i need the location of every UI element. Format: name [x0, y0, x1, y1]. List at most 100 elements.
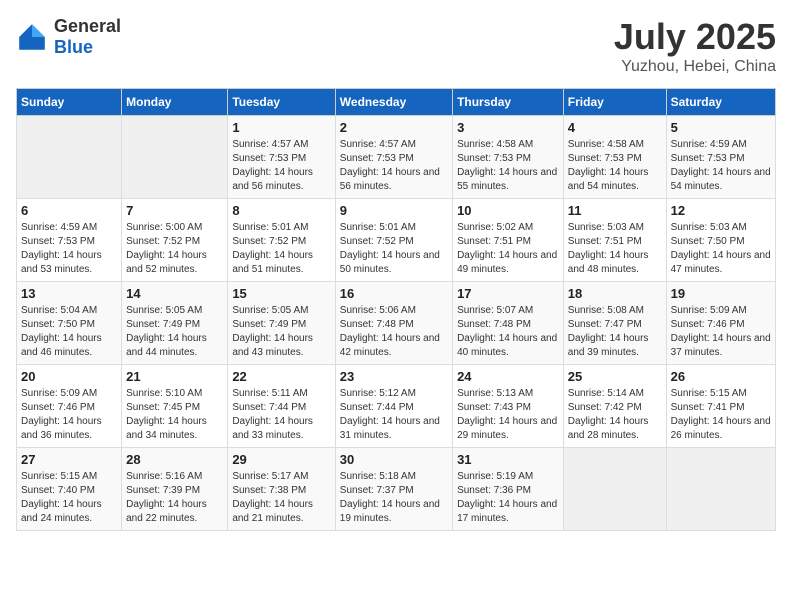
calendar-week-1: 1 Sunrise: 4:57 AMSunset: 7:53 PMDaylight… — [17, 116, 776, 199]
calendar-cell: 25 Sunrise: 5:14 AMSunset: 7:42 PMDayligh… — [563, 365, 666, 448]
calendar-week-5: 27 Sunrise: 5:15 AMSunset: 7:40 PMDayligh… — [17, 448, 776, 531]
day-number: 9 — [340, 203, 448, 218]
calendar-cell: 5 Sunrise: 4:59 AMSunset: 7:53 PMDaylight… — [666, 116, 775, 199]
calendar-cell: 6 Sunrise: 4:59 AMSunset: 7:53 PMDaylight… — [17, 199, 122, 282]
calendar-week-4: 20Sunrise: 5:09 AMSunset: 7:46 PMDayligh… — [17, 365, 776, 448]
day-number: 11 — [568, 203, 662, 218]
cell-info: Sunrise: 5:12 AMSunset: 7:44 PMDaylight:… — [340, 387, 448, 443]
calendar-cell: 31 Sunrise: 5:19 AMSunset: 7:36 PMDayligh… — [453, 448, 564, 531]
logo-blue: Blue — [54, 37, 93, 57]
cell-info: Sunrise: 5:08 AMSunset: 7:47 PMDaylight:… — [568, 304, 662, 360]
day-number: 24 — [457, 369, 559, 384]
day-number: 3 — [457, 120, 559, 135]
cell-info: Sunrise: 5:17 AMSunset: 7:38 PMDaylight:… — [232, 470, 330, 526]
cell-info: Sunrise: 4:59 AMSunset: 7:53 PMDaylight:… — [21, 221, 117, 277]
calendar-cell: 9 Sunrise: 5:01 AMSunset: 7:52 PMDaylight… — [335, 199, 452, 282]
day-number: 10 — [457, 203, 559, 218]
calendar-cell: 21 Sunrise: 5:10 AMSunset: 7:45 PMDayligh… — [122, 365, 228, 448]
title-area: July 2025 Yuzhou, Hebei, China — [614, 16, 776, 76]
calendar-week-2: 6 Sunrise: 4:59 AMSunset: 7:53 PMDaylight… — [17, 199, 776, 282]
cell-info: Sunrise: 5:02 AMSunset: 7:51 PMDaylight:… — [457, 221, 559, 277]
calendar-cell: 4Sunrise: 4:58 AMSunset: 7:53 PMDaylight… — [563, 116, 666, 199]
logo-general: General — [54, 16, 121, 36]
subtitle: Yuzhou, Hebei, China — [614, 58, 776, 76]
cell-info: Sunrise: 4:58 AMSunset: 7:53 PMDaylight:… — [457, 138, 559, 194]
cell-info: Sunrise: 5:01 AMSunset: 7:52 PMDaylight:… — [340, 221, 448, 277]
col-sunday: Sunday — [17, 89, 122, 116]
day-number: 1 — [232, 120, 330, 135]
day-number: 13 — [21, 286, 117, 301]
cell-info: Sunrise: 5:16 AMSunset: 7:39 PMDaylight:… — [126, 470, 223, 526]
day-number: 19 — [671, 286, 771, 301]
day-number: 16 — [340, 286, 448, 301]
calendar-cell — [666, 448, 775, 531]
day-number: 7 — [126, 203, 223, 218]
calendar-cell: 8Sunrise: 5:01 AMSunset: 7:52 PMDaylight… — [228, 199, 335, 282]
cell-info: Sunrise: 5:18 AMSunset: 7:37 PMDaylight:… — [340, 470, 448, 526]
col-wednesday: Wednesday — [335, 89, 452, 116]
day-number: 6 — [21, 203, 117, 218]
calendar-cell: 28Sunrise: 5:16 AMSunset: 7:39 PMDayligh… — [122, 448, 228, 531]
cell-info: Sunrise: 5:13 AMSunset: 7:43 PMDaylight:… — [457, 387, 559, 443]
cell-info: Sunrise: 5:11 AMSunset: 7:44 PMDaylight:… — [232, 387, 330, 443]
calendar-cell: 20Sunrise: 5:09 AMSunset: 7:46 PMDayligh… — [17, 365, 122, 448]
cell-info: Sunrise: 4:57 AMSunset: 7:53 PMDaylight:… — [232, 138, 330, 194]
day-number: 27 — [21, 452, 117, 467]
calendar-cell: 17 Sunrise: 5:07 AMSunset: 7:48 PMDayligh… — [453, 282, 564, 365]
cell-info: Sunrise: 5:04 AMSunset: 7:50 PMDaylight:… — [21, 304, 117, 360]
calendar-table: Sunday Monday Tuesday Wednesday Thursday… — [16, 88, 776, 531]
day-number: 25 — [568, 369, 662, 384]
calendar-cell: 30 Sunrise: 5:18 AMSunset: 7:37 PMDayligh… — [335, 448, 452, 531]
calendar-cell: 16Sunrise: 5:06 AMSunset: 7:48 PMDayligh… — [335, 282, 452, 365]
day-number: 14 — [126, 286, 223, 301]
day-number: 23 — [340, 369, 448, 384]
calendar-cell: 7 Sunrise: 5:00 AMSunset: 7:52 PMDaylight… — [122, 199, 228, 282]
day-number: 29 — [232, 452, 330, 467]
cell-info: Sunrise: 5:09 AMSunset: 7:46 PMDaylight:… — [671, 304, 771, 360]
col-tuesday: Tuesday — [228, 89, 335, 116]
calendar-cell: 12Sunrise: 5:03 AMSunset: 7:50 PMDayligh… — [666, 199, 775, 282]
cell-info: Sunrise: 5:07 AMSunset: 7:48 PMDaylight:… — [457, 304, 559, 360]
calendar-cell: 1 Sunrise: 4:57 AMSunset: 7:53 PMDaylight… — [228, 116, 335, 199]
cell-info: Sunrise: 5:01 AMSunset: 7:52 PMDaylight:… — [232, 221, 330, 277]
calendar-cell: 29 Sunrise: 5:17 AMSunset: 7:38 PMDayligh… — [228, 448, 335, 531]
cell-info: Sunrise: 5:14 AMSunset: 7:42 PMDaylight:… — [568, 387, 662, 443]
cell-info: Sunrise: 4:59 AMSunset: 7:53 PMDaylight:… — [671, 138, 771, 194]
cell-info: Sunrise: 5:09 AMSunset: 7:46 PMDaylight:… — [21, 387, 117, 443]
calendar-cell: 14 Sunrise: 5:05 AMSunset: 7:49 PMDayligh… — [122, 282, 228, 365]
cell-info: Sunrise: 5:19 AMSunset: 7:36 PMDaylight:… — [457, 470, 559, 526]
cell-info: Sunrise: 5:05 AMSunset: 7:49 PMDaylight:… — [232, 304, 330, 360]
calendar-cell: 22 Sunrise: 5:11 AMSunset: 7:44 PMDayligh… — [228, 365, 335, 448]
cell-info: Sunrise: 5:10 AMSunset: 7:45 PMDaylight:… — [126, 387, 223, 443]
cell-info: Sunrise: 5:15 AMSunset: 7:41 PMDaylight:… — [671, 387, 771, 443]
col-thursday: Thursday — [453, 89, 564, 116]
calendar-cell: 2Sunrise: 4:57 AMSunset: 7:53 PMDaylight… — [335, 116, 452, 199]
calendar-cell: 23 Sunrise: 5:12 AMSunset: 7:44 PMDayligh… — [335, 365, 452, 448]
cell-info: Sunrise: 5:03 AMSunset: 7:51 PMDaylight:… — [568, 221, 662, 277]
cell-info: Sunrise: 4:57 AMSunset: 7:53 PMDaylight:… — [340, 138, 448, 194]
calendar-cell: 18 Sunrise: 5:08 AMSunset: 7:47 PMDayligh… — [563, 282, 666, 365]
calendar-cell — [563, 448, 666, 531]
calendar-cell: 3 Sunrise: 4:58 AMSunset: 7:53 PMDaylight… — [453, 116, 564, 199]
header-row: Sunday Monday Tuesday Wednesday Thursday… — [17, 89, 776, 116]
calendar-cell: 11 Sunrise: 5:03 AMSunset: 7:51 PMDayligh… — [563, 199, 666, 282]
col-monday: Monday — [122, 89, 228, 116]
cell-info: Sunrise: 5:15 AMSunset: 7:40 PMDaylight:… — [21, 470, 117, 526]
day-number: 22 — [232, 369, 330, 384]
day-number: 12 — [671, 203, 771, 218]
day-number: 18 — [568, 286, 662, 301]
calendar-cell: 24 Sunrise: 5:13 AMSunset: 7:43 PMDayligh… — [453, 365, 564, 448]
day-number: 17 — [457, 286, 559, 301]
day-number: 5 — [671, 120, 771, 135]
day-number: 30 — [340, 452, 448, 467]
cell-info: Sunrise: 5:00 AMSunset: 7:52 PMDaylight:… — [126, 221, 223, 277]
calendar-cell — [17, 116, 122, 199]
calendar-cell: 19 Sunrise: 5:09 AMSunset: 7:46 PMDayligh… — [666, 282, 775, 365]
day-number: 31 — [457, 452, 559, 467]
calendar-cell: 10 Sunrise: 5:02 AMSunset: 7:51 PMDayligh… — [453, 199, 564, 282]
day-number: 21 — [126, 369, 223, 384]
cell-info: Sunrise: 5:05 AMSunset: 7:49 PMDaylight:… — [126, 304, 223, 360]
logo: General Blue — [16, 16, 121, 58]
header: General Blue July 2025 Yuzhou, Hebei, Ch… — [16, 16, 776, 76]
day-number: 15 — [232, 286, 330, 301]
